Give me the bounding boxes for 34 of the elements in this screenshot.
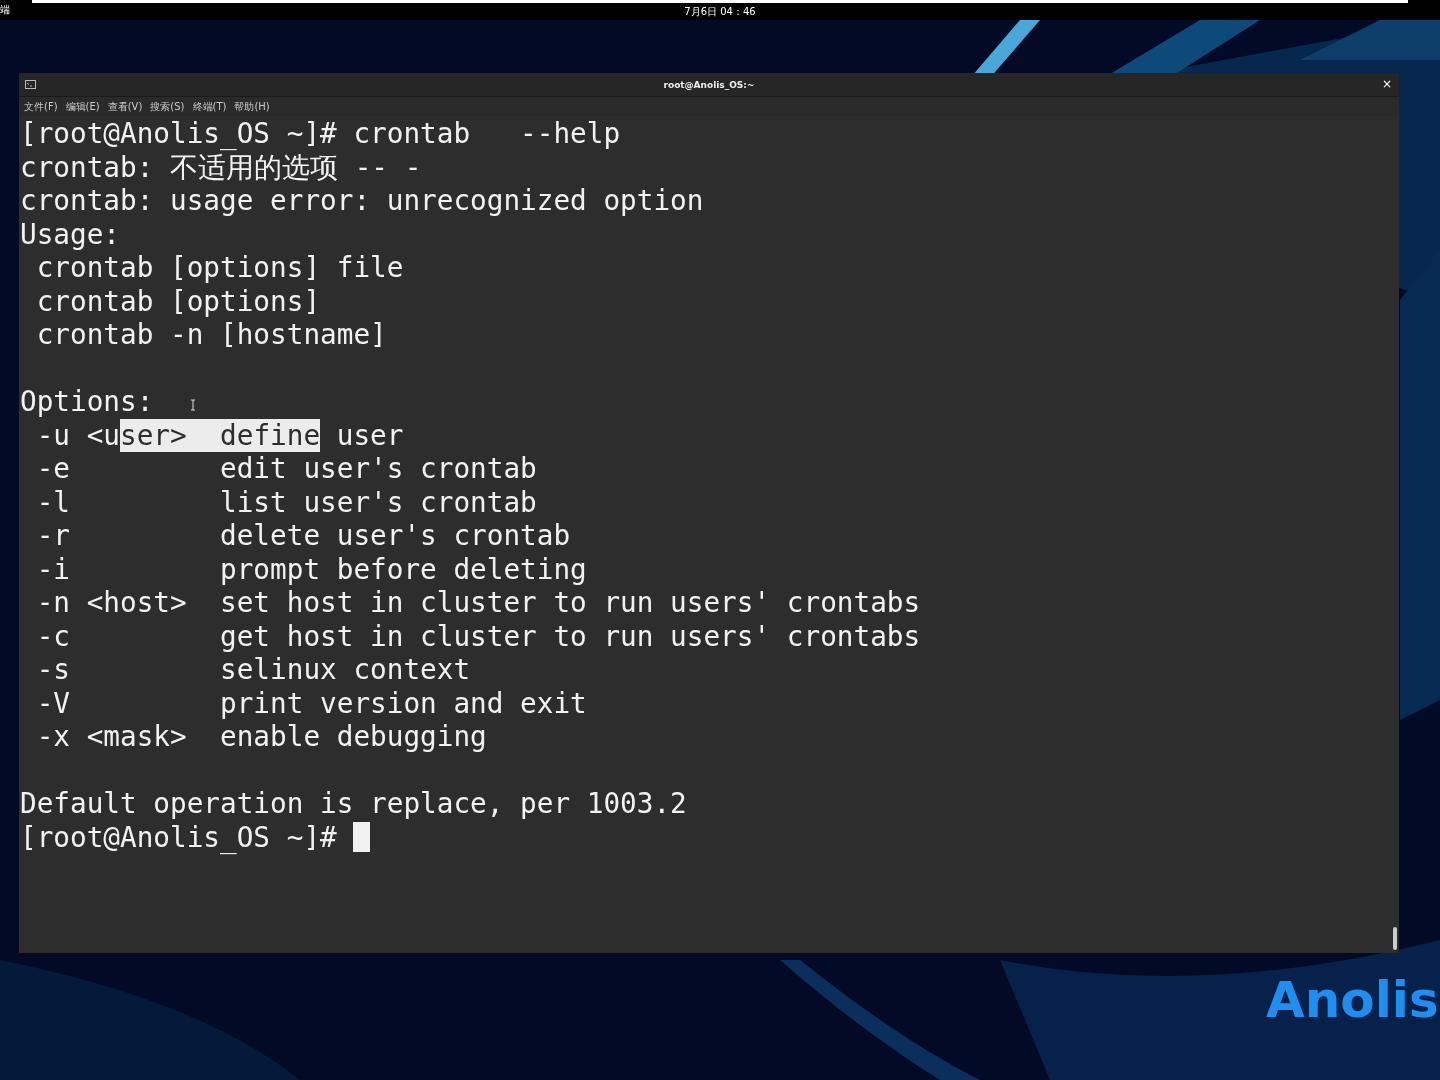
terminal-line: crontab -n [hostname] [35, 318, 387, 352]
menu-item[interactable]: 编辑(E) [64, 99, 101, 114]
terminal-line: -i prompt before deleting [35, 552, 587, 586]
window-title: root@Anolis_OS:~ [663, 79, 755, 90]
close-button[interactable]: × [1381, 77, 1392, 91]
menu-item[interactable]: 查看(V) [106, 99, 144, 114]
terminal-line: -l list user's crontab [35, 485, 537, 519]
terminal-line: Options: [20, 385, 154, 419]
terminal-line: -r delete user's crontab [35, 519, 571, 553]
menu-item[interactable]: 帮助(H) [233, 99, 271, 114]
text-cursor-icon [190, 399, 196, 411]
scrollbar[interactable] [1393, 927, 1397, 950]
app-label[interactable]: 端 [0, 4, 10, 16]
terminal-line: crontab [options] file [35, 251, 404, 285]
terminal-line: Usage: [20, 217, 121, 251]
terminal-line: -x <mask> enable debugging [35, 720, 487, 754]
terminal-icon [25, 80, 36, 89]
clock[interactable]: 7月6日 04：46 [684, 4, 756, 19]
terminal-line: -s selinux context [35, 653, 471, 687]
terminal-line: crontab: 不适用的选项 -- - [20, 150, 422, 184]
terminal-line: [root@Anolis_OS ~]# crontab --help [20, 117, 621, 151]
terminal-line: -n <host> set host in cluster to run users' crontabs [35, 586, 921, 620]
terminal-line: Default operation is replace, per 1003.2 [20, 787, 687, 821]
menu-item[interactable]: 搜索(S) [149, 99, 186, 114]
terminal-line: -V print version and exit [35, 686, 587, 720]
menu-item[interactable]: 文件(F) [23, 99, 59, 114]
terminal-line: crontab: usage error: unrecognized option [20, 184, 704, 218]
menu-item[interactable]: 终端(T) [191, 99, 228, 114]
terminal-line: -e edit user's crontab [35, 452, 537, 486]
terminal-prompt: [root@Anolis_OS ~]# [20, 820, 338, 854]
terminal-line: crontab [options] [35, 284, 321, 318]
terminal-line: -c get host in cluster to run users' crontabs [35, 619, 921, 653]
terminal-cursor [353, 822, 371, 853]
desktop-logo-text: Anolis [1266, 970, 1439, 1030]
